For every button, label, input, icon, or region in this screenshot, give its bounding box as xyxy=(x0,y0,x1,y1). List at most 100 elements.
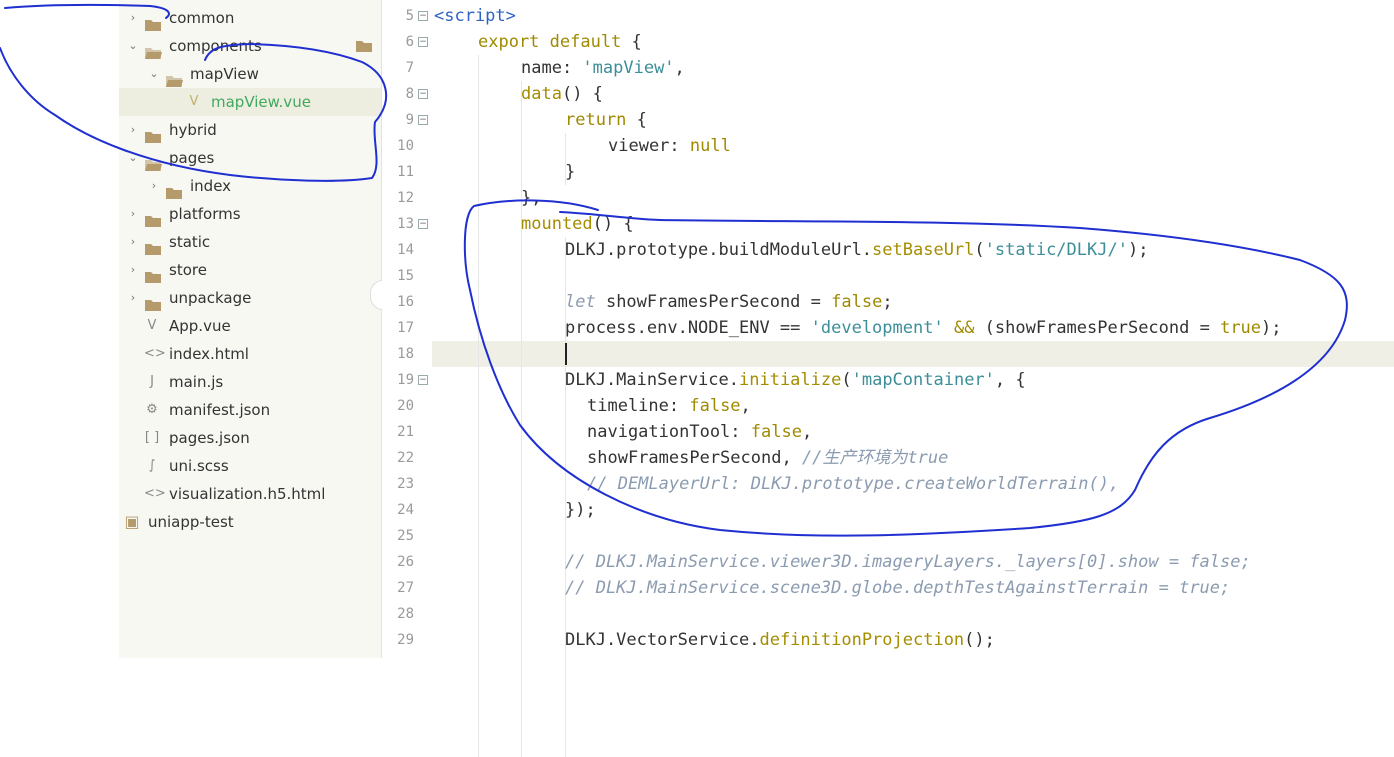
fold-toggle-icon[interactable]: − xyxy=(418,219,428,229)
vue-file-icon: V xyxy=(147,318,157,333)
tree-item[interactable]: ▣ uniapp-test xyxy=(119,508,381,536)
tree-item-label: pages xyxy=(169,149,215,167)
code-token: DLKJ.VectorService. xyxy=(565,630,760,650)
code-line[interactable]: DLKJ.prototype.buildModuleUrl.setBaseUrl… xyxy=(565,237,1148,263)
code-line[interactable]: <script> xyxy=(434,3,516,29)
line-number: 23 xyxy=(397,476,414,492)
code-token: let xyxy=(565,292,596,312)
fold-toggle-icon[interactable]: − xyxy=(418,11,428,21)
line-number: 7 xyxy=(405,60,414,76)
line-number: 11 xyxy=(397,164,414,180)
chevron-right-icon[interactable]: › xyxy=(127,116,139,144)
chevron-down-icon[interactable]: ⌄ xyxy=(127,144,139,172)
line-number: 14 xyxy=(397,242,414,258)
text-cursor xyxy=(565,343,567,365)
fold-toggle-icon[interactable]: − xyxy=(418,375,428,385)
line-number: 25 xyxy=(397,528,414,544)
line-number: 22 xyxy=(397,450,414,466)
tree-item[interactable]: <> index.html xyxy=(119,340,381,368)
code-token: } xyxy=(565,162,576,182)
code-token: initialize xyxy=(739,370,842,390)
code-line[interactable]: } xyxy=(565,159,575,185)
tree-item[interactable]: VmapView.vue xyxy=(119,88,381,116)
line-number: 19 xyxy=(397,372,414,388)
tree-item-label: index.html xyxy=(169,345,249,363)
code-token: 'mapContainer' xyxy=(851,370,995,390)
chevron-right-icon[interactable]: › xyxy=(127,228,139,256)
fold-toggle-icon[interactable]: − xyxy=(418,89,428,99)
code-line[interactable]: DLKJ.MainService.initialize('mapContaine… xyxy=(565,367,1026,393)
tree-item-label: uni.scss xyxy=(169,457,229,475)
tree-item[interactable]: ∫ uni.scss xyxy=(119,452,381,480)
code-token: navigationTool: xyxy=(587,422,751,442)
tree-item[interactable]: <> visualization.h5.html xyxy=(119,480,381,508)
tree-item[interactable]: › common xyxy=(119,4,381,32)
tree-item-label: components xyxy=(169,37,262,55)
js-file-icon: J xyxy=(150,374,154,389)
line-number: 10 xyxy=(397,138,414,154)
code-token: // DLKJ.MainService.scene3D.globe.depthT… xyxy=(565,578,1231,598)
code-line[interactable]: process.env.NODE_ENV == 'development' &&… xyxy=(565,315,1282,341)
tree-item[interactable]: ⚙ manifest.json xyxy=(119,396,381,424)
code-line[interactable]: // DLKJ.MainService.viewer3D.imageryLaye… xyxy=(565,549,1251,575)
code-token: // DLKJ.MainService.viewer3D.imageryLaye… xyxy=(565,552,1251,572)
ide-window: › common ⌄ components ⌄ mapView VmapView.vue › h… xyxy=(0,0,1394,757)
chevron-right-icon[interactable]: › xyxy=(127,256,139,284)
line-number: 26 xyxy=(397,554,414,570)
tree-item[interactable]: Jmain.js xyxy=(119,368,381,396)
code-line[interactable]: export default { xyxy=(478,29,642,55)
code-line[interactable]: }); xyxy=(565,497,596,523)
code-line[interactable]: // DEMLayerUrl: DLKJ.prototype.createWor… xyxy=(587,471,1119,497)
code-token: // DEMLayerUrl: DLKJ.prototype.createWor… xyxy=(587,474,1120,494)
code-line[interactable]: mounted() { xyxy=(521,211,634,237)
code-line[interactable]: }, xyxy=(521,185,541,211)
code-token: //生产环境为true xyxy=(801,448,949,468)
code-token: , { xyxy=(994,370,1026,390)
fold-toggle-icon[interactable]: − xyxy=(418,115,428,125)
fold-toggle-icon[interactable]: − xyxy=(418,37,428,47)
chevron-right-icon[interactable]: › xyxy=(127,200,139,228)
code-line[interactable]: viewer: null xyxy=(608,133,731,159)
code-line[interactable]: name: 'mapView', xyxy=(521,55,685,81)
tree-item[interactable]: › unpackage xyxy=(119,284,381,312)
code-line[interactable]: // DLKJ.MainService.scene3D.globe.depthT… xyxy=(565,575,1230,601)
tree-item[interactable]: › index xyxy=(119,172,381,200)
line-number: 21 xyxy=(397,424,414,440)
indent-guide xyxy=(478,55,479,757)
code-line[interactable]: DLKJ.VectorService.definitionProjection(… xyxy=(565,627,995,653)
tree-item[interactable]: V App.vue xyxy=(119,312,381,340)
tree-item[interactable]: › platforms xyxy=(119,200,381,228)
code-token: DLKJ.prototype.buildModuleUrl. xyxy=(565,240,873,260)
tree-item[interactable]: [ ] pages.json xyxy=(119,424,381,452)
chevron-right-icon[interactable]: › xyxy=(127,284,139,312)
tree-item[interactable]: ⌄ pages xyxy=(119,144,381,172)
code-token: ( xyxy=(841,370,852,390)
chevron-down-icon[interactable]: ⌄ xyxy=(148,60,160,88)
code-token: false xyxy=(831,292,883,312)
code-line[interactable]: timeline: false, xyxy=(587,393,751,419)
tree-item-label: manifest.json xyxy=(169,401,271,419)
manifest-file-icon: ⚙ xyxy=(146,402,158,417)
chevron-right-icon[interactable]: › xyxy=(148,172,160,200)
line-number: 24 xyxy=(397,502,414,518)
tree-item[interactable]: ⌄ mapView xyxy=(119,60,381,88)
code-line[interactable]: navigationTool: false, xyxy=(587,419,812,445)
scss-file-icon: ∫ xyxy=(148,458,156,473)
code-line[interactable]: return { xyxy=(565,107,647,133)
code-token: data xyxy=(521,84,562,104)
code-token: process.env.NODE_ENV == xyxy=(565,318,811,338)
tree-item[interactable]: ⌄ components xyxy=(119,32,381,60)
code-line[interactable]: showFramesPerSecond, //生产环境为true xyxy=(587,445,948,471)
chevron-down-icon[interactable]: ⌄ xyxy=(127,32,139,60)
tree-item[interactable]: › static xyxy=(119,228,381,256)
tree-item[interactable]: › store xyxy=(119,256,381,284)
tree-item[interactable]: › hybrid xyxy=(119,116,381,144)
code-token: 'development' xyxy=(810,318,944,338)
code-line[interactable]: let showFramesPerSecond = false; xyxy=(565,289,893,315)
chevron-right-icon[interactable]: › xyxy=(127,4,139,32)
code-token: 'mapView' xyxy=(582,58,675,78)
code-line[interactable]: data() { xyxy=(521,81,603,107)
tree-item-label: hybrid xyxy=(169,121,217,139)
code-token: (showFramesPerSecond = xyxy=(974,318,1221,338)
